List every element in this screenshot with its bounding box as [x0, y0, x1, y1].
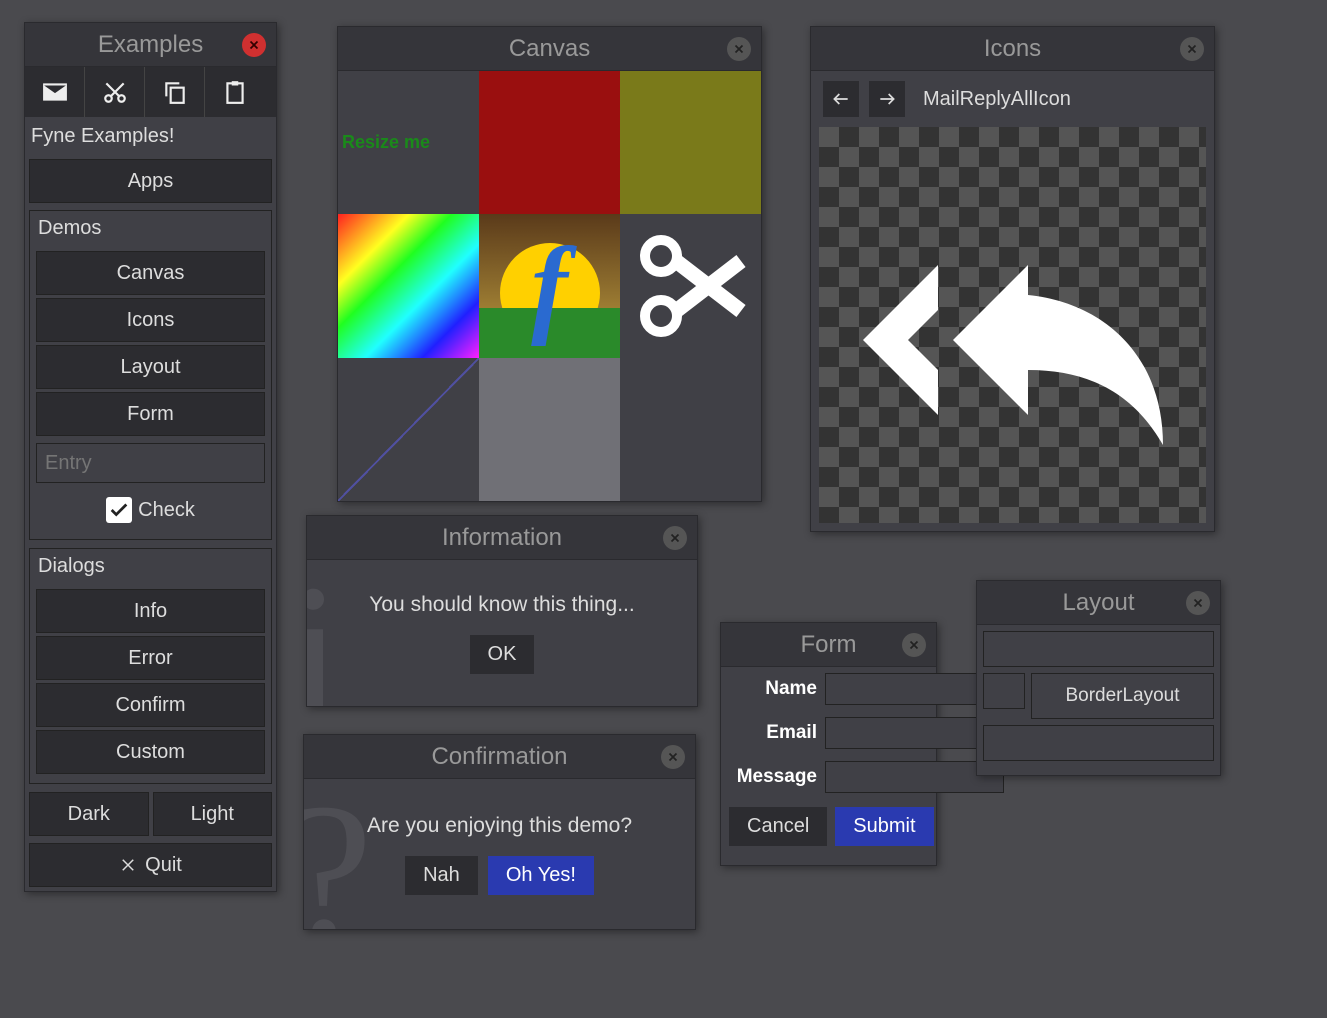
- icon-name-label: MailReplyAllIcon: [923, 88, 1071, 111]
- quit-button[interactable]: Quit: [29, 843, 272, 887]
- paste-icon[interactable]: [205, 67, 265, 117]
- examples-window: Examples Fyne Examples! Apps Demos Canva…: [24, 22, 277, 892]
- info-glyph-icon: i: [307, 560, 343, 706]
- submit-button[interactable]: Submit: [835, 807, 933, 846]
- no-button[interactable]: Nah: [405, 856, 478, 895]
- form-titlebar[interactable]: Form: [721, 623, 936, 667]
- arrow-left-icon: [831, 89, 851, 109]
- close-icon[interactable]: [1180, 37, 1204, 61]
- canvas-title: Canvas: [509, 35, 590, 63]
- heading: Fyne Examples!: [25, 117, 276, 156]
- dialogs-group: Dialogs Info Error Confirm Custom: [29, 548, 272, 784]
- information-title: Information: [442, 524, 562, 552]
- arrow-right-icon: [877, 89, 897, 109]
- information-message: You should know this thing...: [369, 593, 634, 617]
- canvas-window: Canvas Resize me f: [337, 26, 762, 502]
- layout-left-box: [983, 673, 1025, 709]
- icons-titlebar[interactable]: Icons: [811, 27, 1214, 71]
- email-label: Email: [729, 722, 817, 744]
- resize-me-label: Resize me: [338, 71, 479, 214]
- entry-field[interactable]: [36, 443, 265, 483]
- layout-bottom-box: [983, 725, 1214, 761]
- prev-icon-button[interactable]: [823, 81, 859, 117]
- demo-button-canvas[interactable]: Canvas: [36, 251, 265, 295]
- close-icon[interactable]: [1186, 591, 1210, 615]
- cancel-button[interactable]: Cancel: [729, 807, 827, 846]
- dialog-button-info[interactable]: Info: [36, 589, 265, 633]
- layout-window: Layout BorderLayout: [976, 580, 1221, 776]
- close-icon: [119, 856, 137, 874]
- rainbow-gradient: [338, 214, 479, 357]
- question-glyph-icon: ?: [304, 779, 373, 929]
- demos-group-title: Demos: [32, 211, 269, 248]
- form-title: Form: [801, 631, 857, 659]
- demo-button-icons[interactable]: Icons: [36, 298, 265, 342]
- mail-reply-all-icon: [833, 145, 1193, 505]
- empty-cell: [620, 358, 761, 501]
- close-icon[interactable]: [663, 526, 687, 550]
- apps-button[interactable]: Apps: [29, 159, 272, 203]
- mail-icon[interactable]: [25, 67, 85, 117]
- close-icon[interactable]: [661, 745, 685, 769]
- dialog-button-confirm[interactable]: Confirm: [36, 683, 265, 727]
- examples-title: Examples: [98, 31, 203, 59]
- demos-group: Demos Canvas Icons Layout Form Check: [29, 210, 272, 540]
- layout-center-box: BorderLayout: [1031, 673, 1214, 719]
- demo-button-form[interactable]: Form: [36, 392, 265, 436]
- copy-icon[interactable]: [145, 67, 205, 117]
- information-dialog: Information i You should know this thing…: [306, 515, 698, 707]
- check-checkbox[interactable]: [106, 497, 132, 523]
- confirmation-title: Confirmation: [431, 743, 567, 771]
- confirmation-dialog: Confirmation ? Are you enjoying this dem…: [303, 734, 696, 930]
- examples-titlebar[interactable]: Examples: [25, 23, 276, 67]
- ok-button[interactable]: OK: [470, 635, 535, 674]
- theme-dark-button[interactable]: Dark: [29, 792, 149, 836]
- yes-button[interactable]: Oh Yes!: [488, 856, 594, 895]
- message-label: Message: [729, 766, 817, 788]
- layout-top-box: [983, 631, 1214, 667]
- icons-window: Icons MailReplyAllIcon: [810, 26, 1215, 532]
- theme-light-button[interactable]: Light: [153, 792, 273, 836]
- dialogs-group-title: Dialogs: [32, 549, 269, 586]
- olive-rectangle: [620, 71, 761, 214]
- fyne-logo-image: f: [479, 214, 620, 357]
- close-icon[interactable]: [902, 633, 926, 657]
- layout-title: Layout: [1062, 589, 1134, 617]
- red-rectangle: [479, 71, 620, 214]
- confirmation-titlebar[interactable]: Confirmation: [304, 735, 695, 779]
- canvas-titlebar[interactable]: Canvas: [338, 27, 761, 71]
- icon-nav: MailReplyAllIcon: [811, 71, 1214, 127]
- cut-icon: [620, 214, 761, 357]
- layout-titlebar[interactable]: Layout: [977, 581, 1220, 625]
- canvas-grid: Resize me f: [338, 71, 761, 501]
- dialog-button-error[interactable]: Error: [36, 636, 265, 680]
- icon-preview: [819, 127, 1206, 523]
- information-titlebar[interactable]: Information: [307, 516, 697, 560]
- gray-rectangle: [479, 358, 620, 501]
- close-icon[interactable]: [242, 33, 266, 57]
- check-label: Check: [138, 499, 195, 522]
- name-label: Name: [729, 678, 817, 700]
- close-icon[interactable]: [727, 37, 751, 61]
- dialog-button-custom[interactable]: Custom: [36, 730, 265, 774]
- demo-button-layout[interactable]: Layout: [36, 345, 265, 389]
- diagonal-line: [338, 358, 479, 501]
- toolbar: [25, 67, 276, 117]
- icons-title: Icons: [984, 35, 1041, 63]
- form-window: Form Name Email Message Cancel Submit: [720, 622, 937, 866]
- cut-icon[interactable]: [85, 67, 145, 117]
- next-icon-button[interactable]: [869, 81, 905, 117]
- quit-label: Quit: [145, 854, 182, 877]
- confirmation-message: Are you enjoying this demo?: [367, 814, 632, 838]
